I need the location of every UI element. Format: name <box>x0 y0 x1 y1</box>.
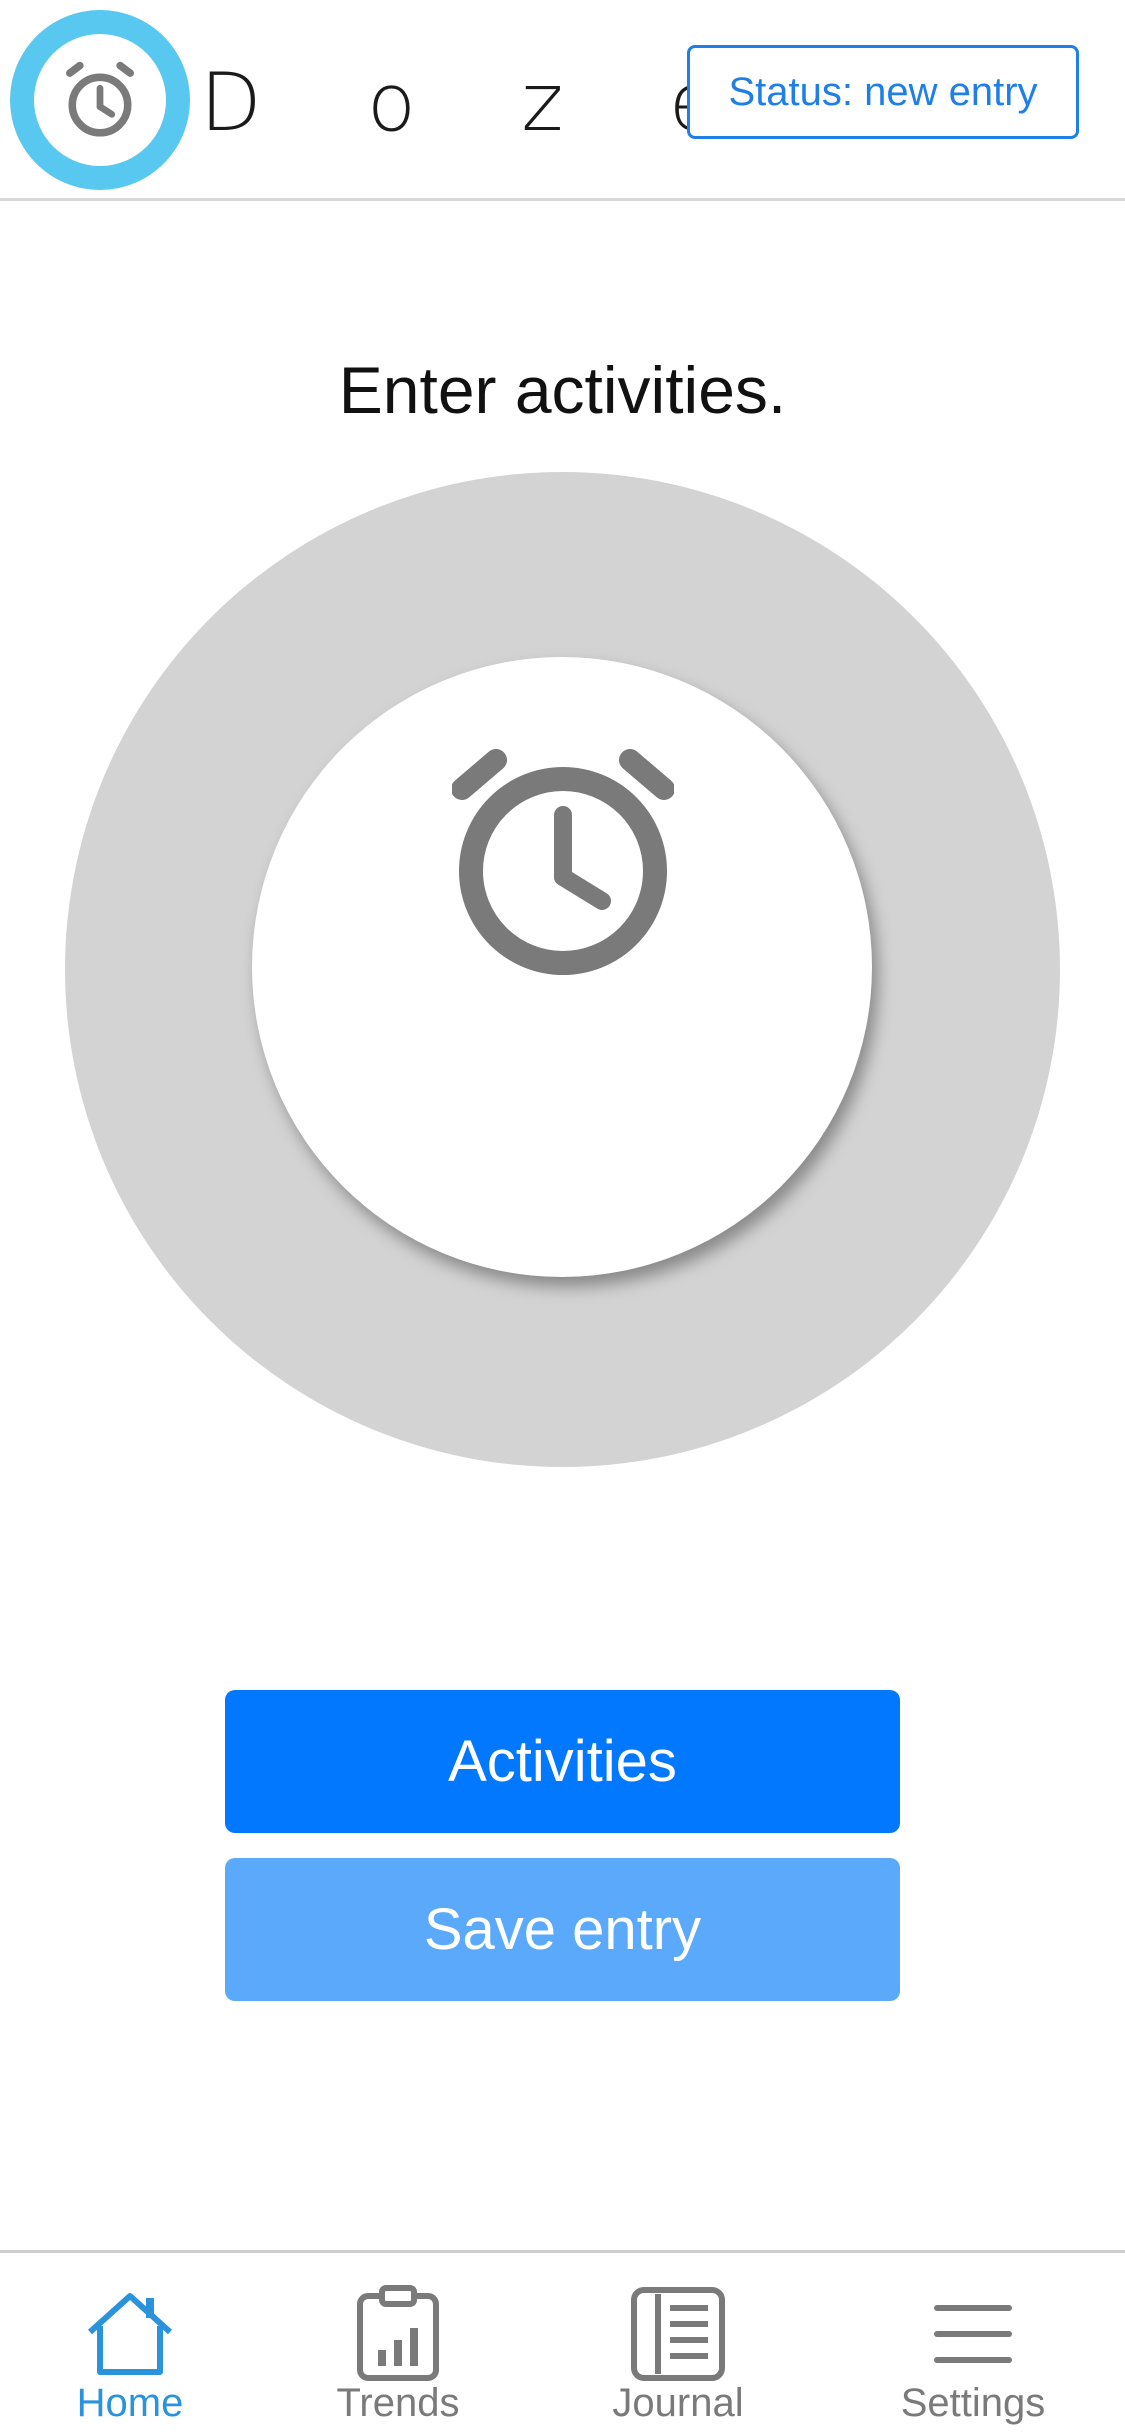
page-prompt: Enter activities. <box>338 353 787 427</box>
tab-trends[interactable]: Trends <box>268 2253 528 2436</box>
tab-label-settings: Settings <box>900 2381 1046 2425</box>
activities-button[interactable]: Activities <box>225 1690 900 1833</box>
alarm-clock-icon <box>452 749 674 975</box>
menu-icon <box>934 2305 1012 2363</box>
logo-inner <box>34 34 166 166</box>
tab-label-trends: Trends <box>336 2381 460 2425</box>
status-button[interactable]: Status: new entry <box>687 45 1079 139</box>
tab-label-home: Home <box>76 2381 184 2425</box>
tab-home[interactable]: Home <box>0 2253 260 2436</box>
alarm-clock-icon <box>65 61 135 137</box>
header: D o z e Status: new entry <box>0 0 1125 201</box>
app-screen: D o z e Status: new entry Enter activiti… <box>0 0 1125 2436</box>
save-entry-button[interactable]: Save entry <box>225 1858 900 2001</box>
journal-icon <box>631 2287 725 2381</box>
tab-label-journal: Journal <box>612 2381 744 2425</box>
tab-journal[interactable]: Journal <box>548 2253 808 2436</box>
tab-settings[interactable]: Settings <box>843 2253 1103 2436</box>
clipboard-chart-icon <box>357 2285 439 2381</box>
app-title: D o z e <box>200 56 759 149</box>
tab-bar: Home Trends Journal Settings <box>0 2250 1125 2436</box>
app-logo <box>10 10 190 190</box>
home-icon <box>87 2293 173 2375</box>
